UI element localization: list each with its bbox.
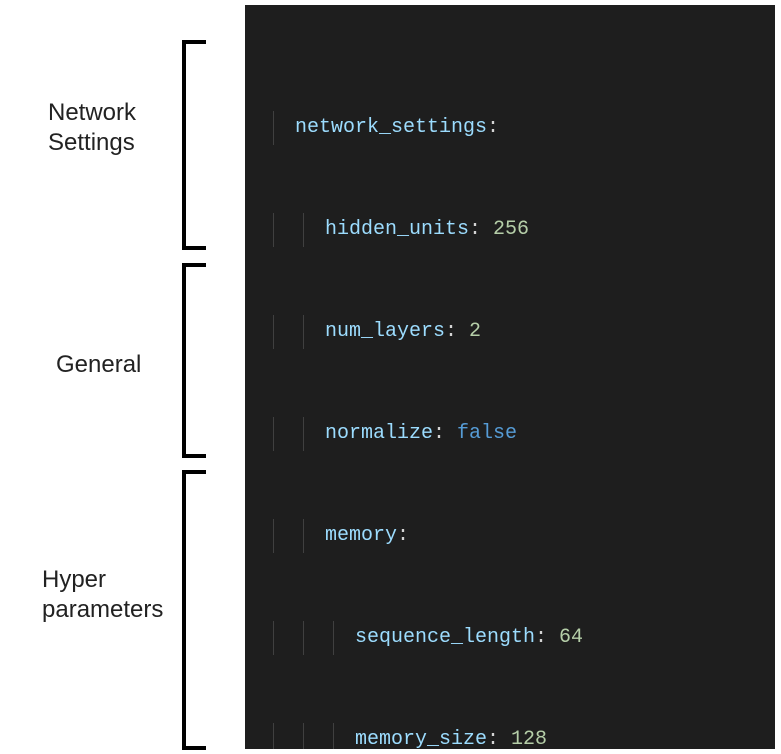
code-line: num_layers: 2 xyxy=(265,315,775,349)
annotated-config-screenshot: NetworkSettings General Hyperparameters … xyxy=(0,0,781,754)
bracket-network xyxy=(178,40,208,250)
label-hyper-parameters: Hyperparameters xyxy=(42,565,163,625)
code-line: network_settings: xyxy=(265,111,775,145)
yaml-config-editor: network_settings: hidden_units: 256 num_… xyxy=(245,5,775,749)
bracket-general xyxy=(178,263,208,458)
code-line: memory: xyxy=(265,519,775,553)
bracket-hyper xyxy=(178,470,208,750)
label-network-settings: NetworkSettings xyxy=(48,98,136,158)
code-line: normalize: false xyxy=(265,417,775,451)
label-general: General xyxy=(56,350,141,380)
code-line: hidden_units: 256 xyxy=(265,213,775,247)
code-line: sequence_length: 64 xyxy=(265,621,775,655)
code-line: memory_size: 128 xyxy=(265,723,775,749)
